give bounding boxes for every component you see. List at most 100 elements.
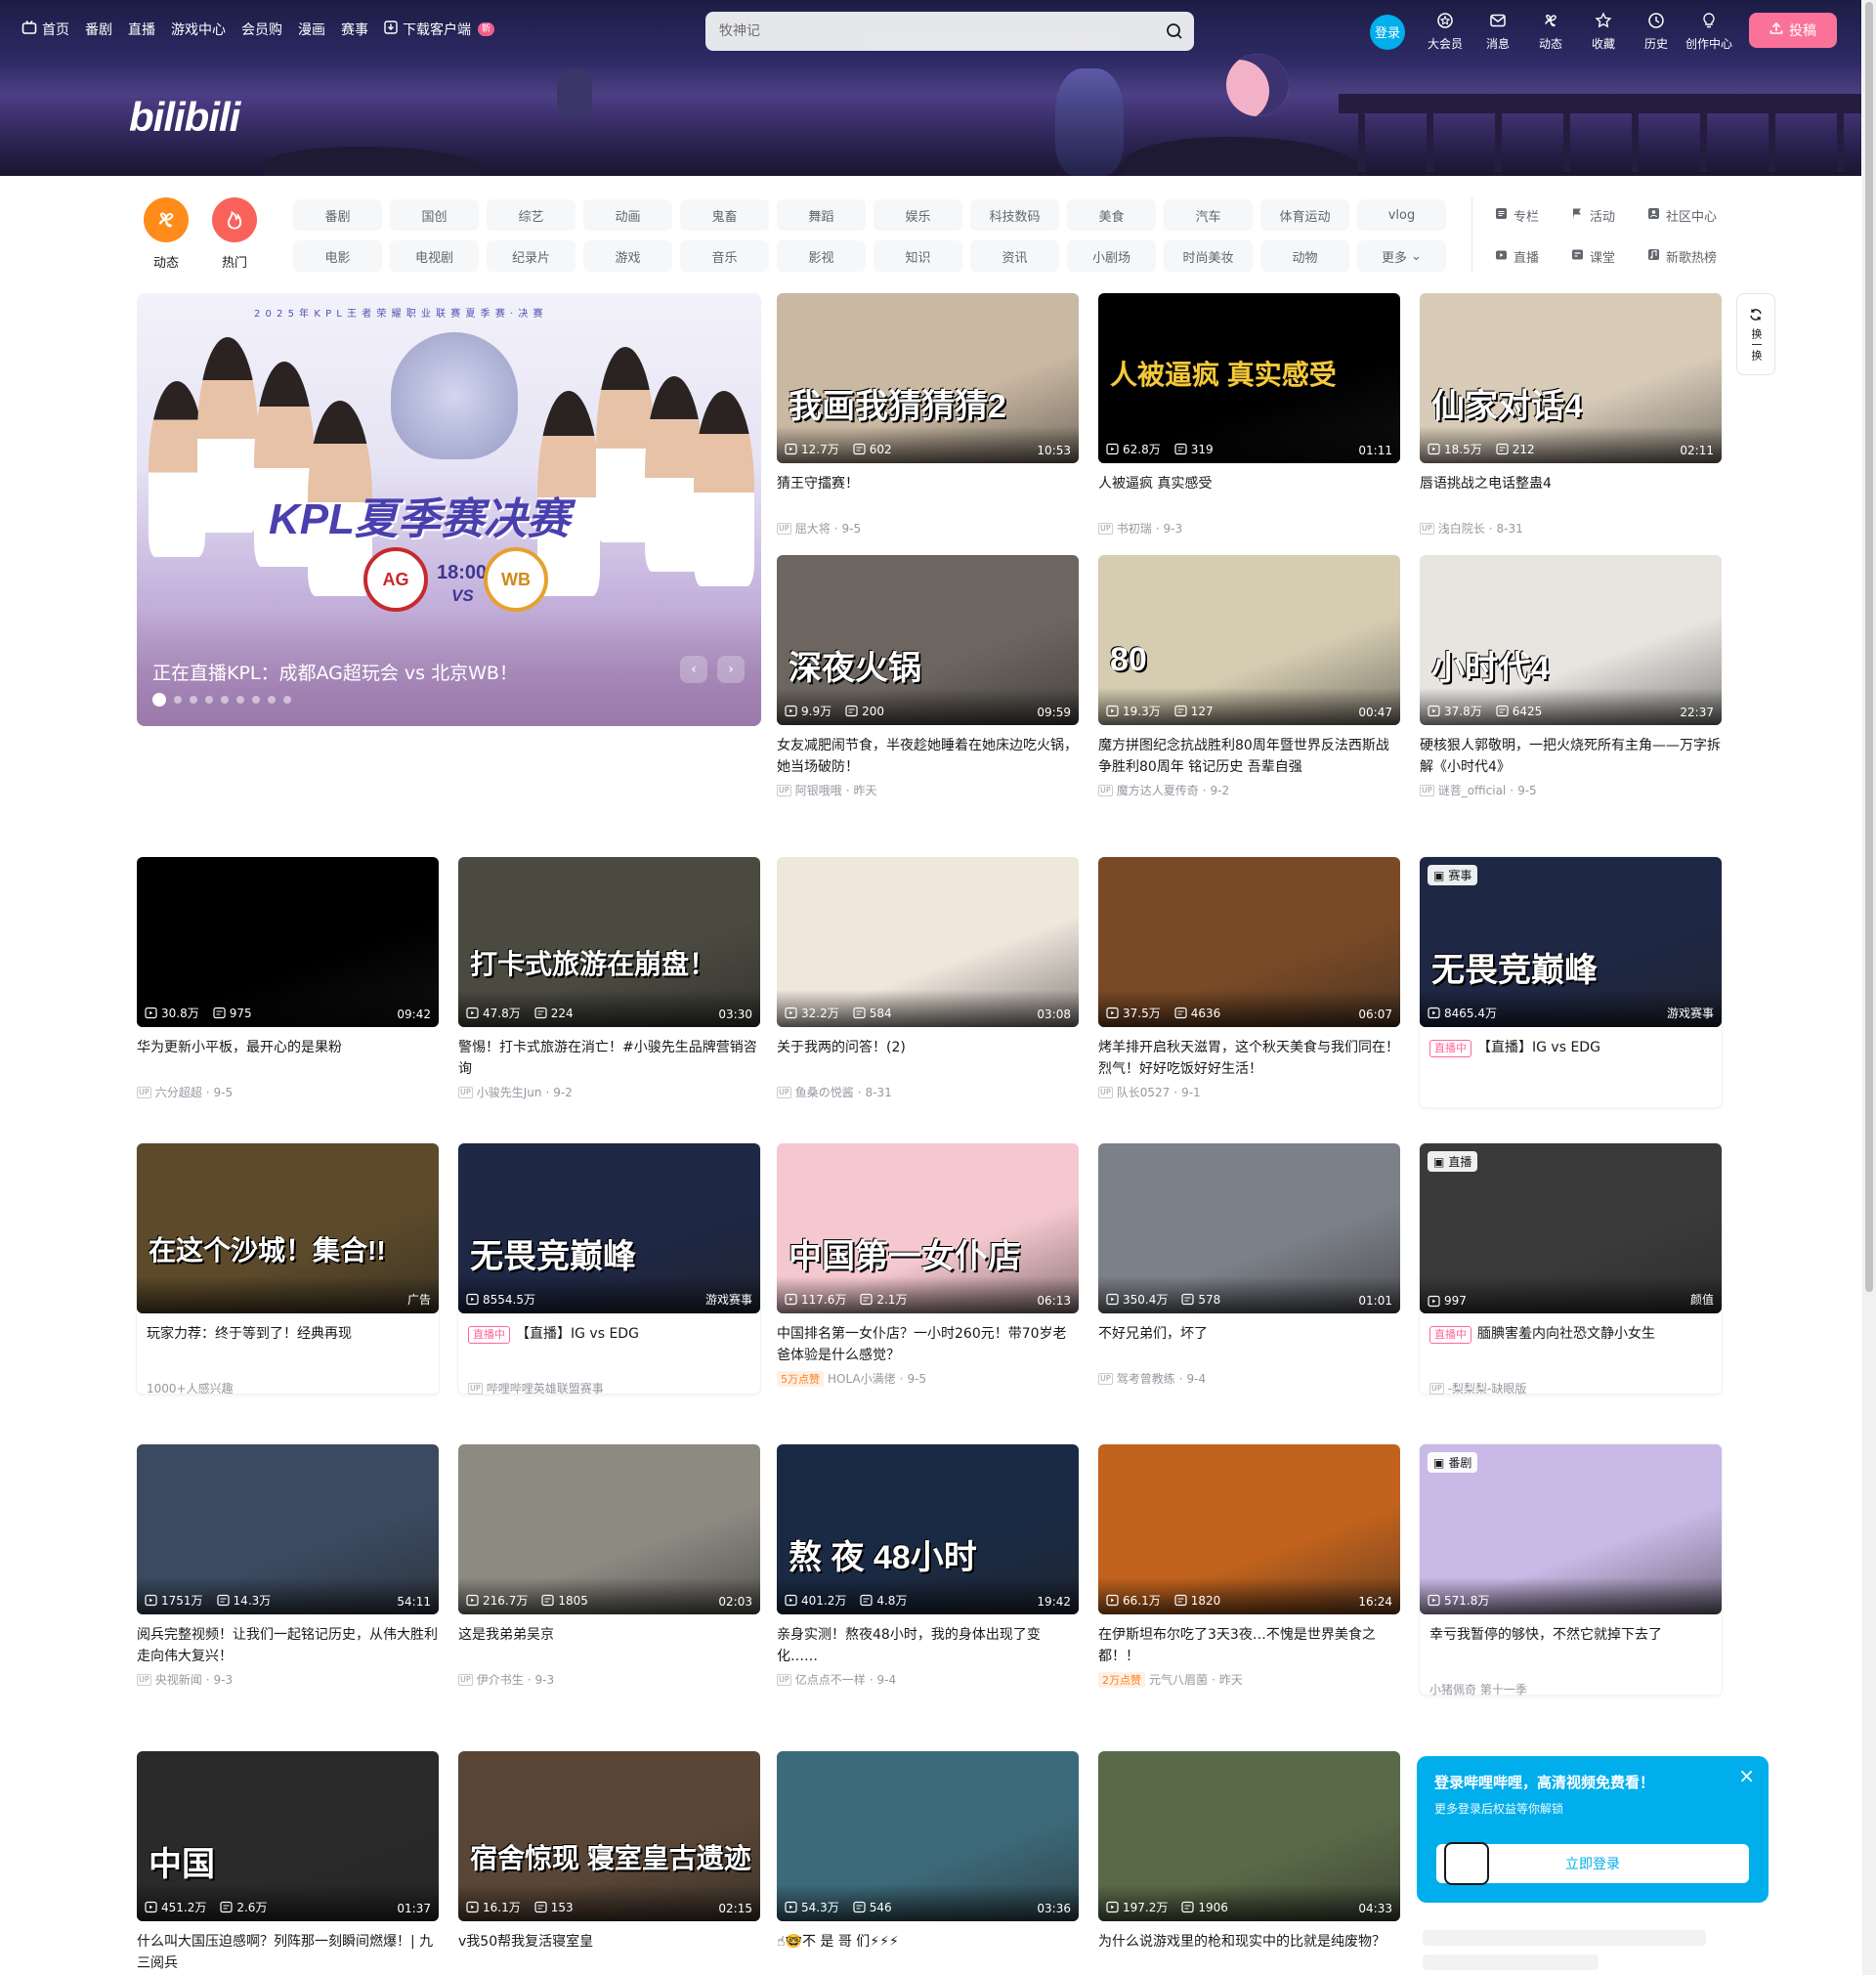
upload-button[interactable]: 投稿 <box>1749 13 1837 48</box>
channel-tag[interactable]: vlog <box>1357 199 1446 231</box>
link-activity[interactable]: 活动 <box>1571 199 1647 231</box>
channel-tag[interactable]: 音乐 <box>680 240 769 272</box>
channel-tag[interactable]: 电影 <box>293 240 382 272</box>
uploader-name[interactable]: 魔方达人夏传奇 <box>1117 782 1199 798</box>
video-thumbnail[interactable]: 无畏竞巅峰 8554.5万 游戏赛事 <box>458 1143 760 1313</box>
video-card[interactable]: 80 19.3万 127 00:47 魔方拼图纪念抗战胜利80周年暨世界反法西斯战争胜利… <box>1098 555 1400 798</box>
uploader-name[interactable]: 元气八眉菌 <box>1149 1671 1208 1688</box>
video-title[interactable]: 烤羊排开启秋天滋胃，这个秋天美食与我们同在！烈气！好好吃饭好好生活！ <box>1098 1037 1400 1080</box>
video-title[interactable]: 为什么说游戏里的枪和现实中的比就是纯废物？ <box>1098 1931 1400 1974</box>
video-card[interactable]: ▣ 直播 997 颜值 直播中 腼腆害羞内向社恐文静小女生 UP -梨梨梨-缺眼版 <box>1420 1143 1722 1395</box>
video-thumbnail[interactable]: 深夜火锅 9.9万 200 09:59 <box>777 555 1079 725</box>
uploader-name[interactable]: 央视新闻 <box>155 1671 202 1688</box>
uploader-name[interactable]: 哔哩哔哩英雄联盟赛事 <box>487 1380 604 1396</box>
nav-favorites[interactable]: 收藏 <box>1577 12 1630 52</box>
video-card[interactable]: 66.1万 1820 16:24 在伊斯坦布尔吃了3天3夜…不愧是世界美食之都！！ 2万… <box>1098 1444 1400 1688</box>
link-live[interactable]: 直播 <box>1495 240 1571 272</box>
video-thumbnail[interactable]: 打卡式旅游在崩盘！ 47.8万 224 03:30 <box>458 857 760 1027</box>
video-thumbnail[interactable]: 在这个沙城！集合!! 广告 <box>137 1143 439 1313</box>
carousel-dot[interactable] <box>283 696 291 704</box>
video-card[interactable]: 宿舍惊现 寝室皇古遗迹 16.1万 153 02:15 v我50帮我复活寝室皇 <box>458 1751 760 1974</box>
channel-tag[interactable]: 游戏 <box>583 240 672 272</box>
uploader-name[interactable]: 亿点点不一样 <box>795 1671 866 1688</box>
bilibili-logo[interactable]: bilibili <box>129 94 240 141</box>
scrollbar[interactable] <box>1862 0 1876 1975</box>
carousel-dot[interactable] <box>221 696 229 704</box>
video-card[interactable]: 350.4万 578 01:01 不好兄弟们，坏了 UP 驾考曾教练 · 9-4 <box>1098 1143 1400 1387</box>
video-title[interactable]: 什么叫大国压迫感啊？列阵那一刻瞬间燃爆！| 九三阅兵 <box>137 1931 439 1974</box>
video-card[interactable]: 无畏竞巅峰 8554.5万 游戏赛事 直播中 【直播】IG vs EDG UP 哔哩哔哩英雄… <box>458 1143 760 1396</box>
channel-tag[interactable]: 小剧场 <box>1067 240 1156 272</box>
uploader-name[interactable]: 谜菩_official <box>1438 782 1507 798</box>
video-title[interactable]: 关于我两的问答！(2) <box>777 1037 1079 1080</box>
video-title[interactable]: 猜王守擂赛！ <box>777 473 1079 516</box>
video-card[interactable]: 197.2万 1906 04:33 为什么说游戏里的枪和现实中的比就是纯废物？ <box>1098 1751 1400 1974</box>
channel-tag[interactable]: 更多 ⌄ <box>1357 240 1446 272</box>
video-thumbnail[interactable]: 54.3万 546 03:36 <box>777 1751 1079 1921</box>
carousel-dot[interactable] <box>268 696 276 704</box>
nav-live[interactable]: 直播 <box>128 20 155 39</box>
uploader-name[interactable]: 伊介书生 <box>477 1671 524 1688</box>
video-title[interactable]: v我50帮我复活寝室皇 <box>458 1931 760 1974</box>
uploader-name[interactable]: HOLA小满佬 <box>828 1370 896 1387</box>
video-title[interactable]: 直播中 【直播】IG vs EDG <box>458 1323 760 1366</box>
refresh-button[interactable]: 换一换 <box>1736 293 1775 375</box>
close-icon[interactable]: × <box>1738 1766 1755 1785</box>
carousel-dot[interactable] <box>205 696 213 704</box>
link-music-chart[interactable]: 新歌热榜 <box>1647 240 1755 272</box>
nav-game-center[interactable]: 游戏中心 <box>171 20 226 39</box>
channel-tag[interactable]: 国创 <box>390 199 479 231</box>
channel-tag[interactable]: 动物 <box>1260 240 1349 272</box>
video-title[interactable]: 阅兵完整视频！让我们一起铭记历史，从伟大胜利走向伟大复兴！ <box>137 1624 439 1667</box>
carousel-dot[interactable] <box>152 693 166 707</box>
channel-hot[interactable]: 热门 <box>205 197 264 271</box>
video-title[interactable]: 不好兄弟们，坏了 <box>1098 1323 1400 1366</box>
video-title[interactable]: 直播中 【直播】IG vs EDG <box>1420 1037 1722 1080</box>
video-card[interactable]: 打卡式旅游在崩盘！ 47.8万 224 03:30 警惕！打卡式旅游在消亡！#小骏先生品… <box>458 857 760 1100</box>
search-input[interactable] <box>705 12 1155 51</box>
nav-dynamic[interactable]: 动态 <box>1524 12 1577 52</box>
carousel-dot[interactable] <box>174 696 182 704</box>
channel-tag[interactable]: 资讯 <box>970 240 1059 272</box>
uploader-name[interactable]: 鱼桑の悦酱 <box>795 1084 854 1100</box>
link-community[interactable]: 社区中心 <box>1647 199 1755 231</box>
video-title[interactable]: 幸亏我暂停的够快，不然它就掉下去了 <box>1420 1624 1722 1667</box>
video-thumbnail[interactable]: 熬 夜 48小时 401.2万 4.8万 19:42 <box>777 1444 1079 1614</box>
channel-tag[interactable]: 美食 <box>1067 199 1156 231</box>
carousel-prev-button[interactable]: ‹ <box>680 656 707 683</box>
uploader-name[interactable]: 浅白院长 <box>1438 520 1485 537</box>
video-title[interactable]: ☝🤓不 是 哥 们⚡⚡⚡ <box>777 1931 1079 1974</box>
search-icon[interactable] <box>1155 12 1194 51</box>
channel-tag[interactable]: 综艺 <box>487 199 576 231</box>
video-thumbnail[interactable]: 中国 451.2万 2.6万 01:37 <box>137 1751 439 1921</box>
video-thumbnail[interactable]: 197.2万 1906 04:33 <box>1098 1751 1400 1921</box>
video-title[interactable]: 女友减肥闹节食，半夜趁她睡着在她床边吃火锅，她当场破防！ <box>777 735 1079 778</box>
video-thumbnail[interactable]: 80 19.3万 127 00:47 <box>1098 555 1400 725</box>
video-title[interactable]: 硬核狠人郭敬明，一把火烧死所有主角——万字拆解《小时代4》 <box>1420 735 1722 778</box>
video-thumbnail[interactable]: 宿舍惊现 寝室皇古遗迹 16.1万 153 02:15 <box>458 1751 760 1921</box>
video-title[interactable]: 警惕！打卡式旅游在消亡！#小骏先生品牌营销咨询 <box>458 1037 760 1080</box>
video-thumbnail[interactable]: 37.5万 4636 06:07 <box>1098 857 1400 1027</box>
scrollbar-thumb[interactable] <box>1865 2 1873 1292</box>
login-avatar-button[interactable]: 登录 <box>1370 14 1405 50</box>
nav-esports[interactable]: 赛事 <box>341 20 368 39</box>
video-title[interactable]: 中国排名第一女仆店？一小时260元！带70岁老爸体验是什么感觉？ <box>777 1323 1079 1366</box>
nav-creator[interactable]: 创作中心 <box>1683 12 1735 52</box>
video-card[interactable]: 仙家对话4 18.5万 212 02:11 唇语挑战之电话整蛊4 UP 浅白院长 · 8-31 <box>1420 293 1722 537</box>
uploader-name[interactable]: 阿银哦哦 <box>795 782 842 798</box>
carousel-dot[interactable] <box>236 696 244 704</box>
video-thumbnail[interactable]: 仙家对话4 18.5万 212 02:11 <box>1420 293 1722 463</box>
channel-tag[interactable]: 娱乐 <box>874 199 962 231</box>
video-title[interactable]: 人被逼疯 真实感受 <box>1098 473 1400 516</box>
hero-carousel[interactable]: 2 0 2 5 年 K P L 王 者 荣 耀 职 业 联 赛 夏 季 赛 · … <box>137 293 761 726</box>
video-card[interactable]: 熬 夜 48小时 401.2万 4.8万 19:42 亲身实测！熬夜48小时，我的身体出… <box>777 1444 1079 1688</box>
uploader-name[interactable]: 屈大将 <box>795 520 831 537</box>
video-thumbnail[interactable]: ▣ 直播 997 颜值 <box>1420 1143 1722 1313</box>
video-thumbnail[interactable]: 人被逼疯 真实感受 62.8万 319 01:11 <box>1098 293 1400 463</box>
video-card[interactable]: 中国第一女仆店 117.6万 2.1万 06:13 中国排名第一女仆店？一小时260元！… <box>777 1143 1079 1387</box>
carousel-dot[interactable] <box>190 696 197 704</box>
nav-home[interactable]: 首页 <box>21 20 69 39</box>
video-card[interactable]: 深夜火锅 9.9万 200 09:59 女友减肥闹节食，半夜趁她睡着在她床边吃火锅，她当… <box>777 555 1079 798</box>
channel-tag[interactable]: 时尚美妆 <box>1164 240 1253 272</box>
video-card[interactable]: 人被逼疯 真实感受 62.8万 319 01:11 人被逼疯 真实感受 UP 书初瑞 · 9-3 <box>1098 293 1400 537</box>
